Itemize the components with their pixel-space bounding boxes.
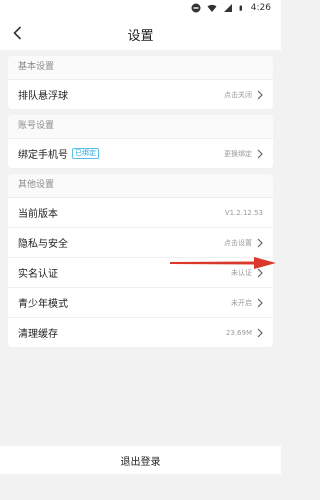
version-value: V1.2.12.53 [224,208,263,217]
section-header-basic: 基本设置 [8,56,273,80]
floating-queue-value: 点击关闭 [224,90,252,99]
signal-icon [223,4,232,12]
basic-settings-card: 基本设置 排队悬浮球 点击关闭 [8,56,273,109]
bind-phone-value: 更换绑定 [224,149,252,158]
clear-cache-row[interactable]: 清理缓存 23.69M [8,318,273,347]
page-title: 设置 [127,29,154,44]
section-header-account: 账号设置 [8,115,273,139]
floating-queue-label: 排队悬浮球 [18,91,68,102]
privacy-value: 点击设置 [224,238,252,247]
logout-button[interactable]: 退出登录 [0,446,281,474]
bind-phone-label: 绑定手机号 [18,150,68,161]
teen-mode-row[interactable]: 青少年模式 未开启 [8,288,273,318]
chevron-right-icon [257,90,263,99]
annotation-arrow-icon [170,257,276,269]
status-time: 4:26 [250,3,271,13]
chevron-right-icon [257,149,263,158]
real-name-label: 实名认证 [18,269,58,280]
dnd-icon [191,3,201,13]
account-settings-card: 账号设置 绑定手机号 已绑定 更换绑定 [8,115,273,168]
nav-header: 设置 [0,16,281,50]
section-header-other: 其他设置 [8,174,273,198]
teen-mode-label: 青少年模式 [18,299,68,310]
status-icons: 4:26 [191,2,271,14]
status-bar: 4:26 [0,0,281,16]
version-row[interactable]: 当前版本 V1.2.12.53 [8,198,273,228]
wifi-icon [207,4,217,12]
bound-badge: 已绑定 [72,148,99,159]
bind-phone-row[interactable]: 绑定手机号 已绑定 更换绑定 [8,139,273,168]
floating-queue-row[interactable]: 排队悬浮球 点击关闭 [8,80,273,109]
teen-mode-value: 未开启 [231,298,252,307]
battery-icon [239,5,242,11]
chevron-right-icon [257,238,263,247]
chevron-right-icon [257,328,263,337]
version-label: 当前版本 [18,209,58,220]
privacy-label: 隐私与安全 [18,239,68,250]
clear-cache-label: 清理缓存 [18,329,58,340]
clear-cache-value: 23.69M [225,328,252,337]
settings-screen: 4:26 设置 基本设置 排队悬浮球 点击关闭 账号设置 绑定手机号 已绑定 更… [0,0,281,500]
chevron-right-icon [257,298,263,307]
